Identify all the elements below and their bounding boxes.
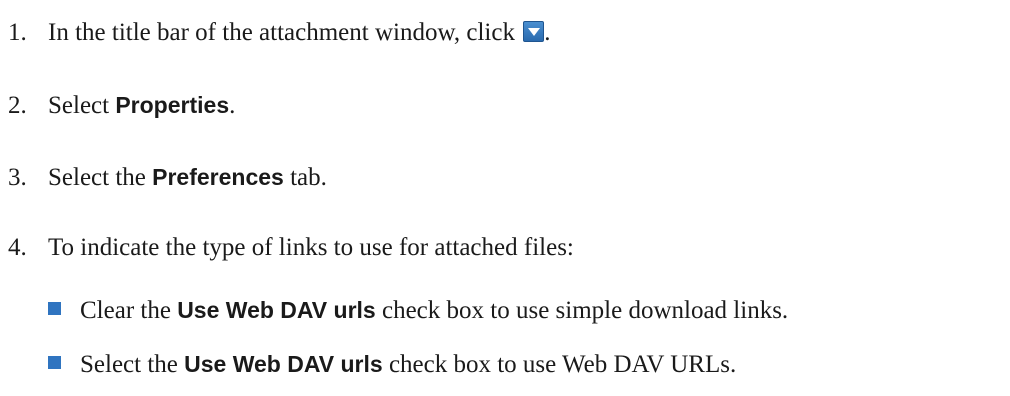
step-2: 2. Select Properties. — [8, 90, 235, 121]
step-text-end: . — [544, 19, 551, 46]
ui-term-preferences: Preferences — [152, 164, 284, 190]
bullet-item-select: Select the Use Web DAV urls check box to… — [48, 349, 736, 380]
step-number: 3. — [8, 164, 27, 191]
ui-term-use-web-dav-urls: Use Web DAV urls — [177, 297, 376, 323]
step-text-end: tab. — [283, 164, 327, 191]
step-number: 2. — [8, 92, 27, 119]
bullet-text-end: check box to use simple download links. — [375, 297, 789, 324]
step-number: 1. — [8, 19, 27, 46]
step-text: To indicate the type of links to use for… — [48, 234, 574, 261]
step-text: In the title bar of the attachment windo… — [48, 19, 522, 46]
step-4: 4. To indicate the type of links to use f… — [8, 233, 574, 263]
square-bullet-icon — [48, 302, 61, 315]
step-text: Select — [48, 92, 116, 119]
ui-term-use-web-dav-urls: Use Web DAV urls — [184, 351, 383, 377]
step-text-end: . — [229, 92, 236, 119]
step-text: Select the — [48, 164, 153, 191]
ui-term-properties: Properties — [115, 92, 230, 118]
document-instructions: 1. In the title bar of the attachment win… — [0, 0, 1010, 396]
bullet-text: Clear the — [80, 297, 178, 324]
step-number: 4. — [8, 234, 27, 261]
bullet-item-clear: Clear the Use Web DAV urls check box to … — [48, 295, 788, 326]
step-1: 1. In the title bar of the attachment win… — [8, 18, 550, 48]
square-bullet-icon — [48, 356, 61, 369]
step-3: 3. Select the Preferences tab. — [8, 162, 327, 193]
bullet-text-end: check box to use Web DAV URLs. — [382, 351, 737, 378]
bullet-text: Select the — [80, 351, 185, 378]
dropdown-arrow-icon — [523, 21, 545, 42]
